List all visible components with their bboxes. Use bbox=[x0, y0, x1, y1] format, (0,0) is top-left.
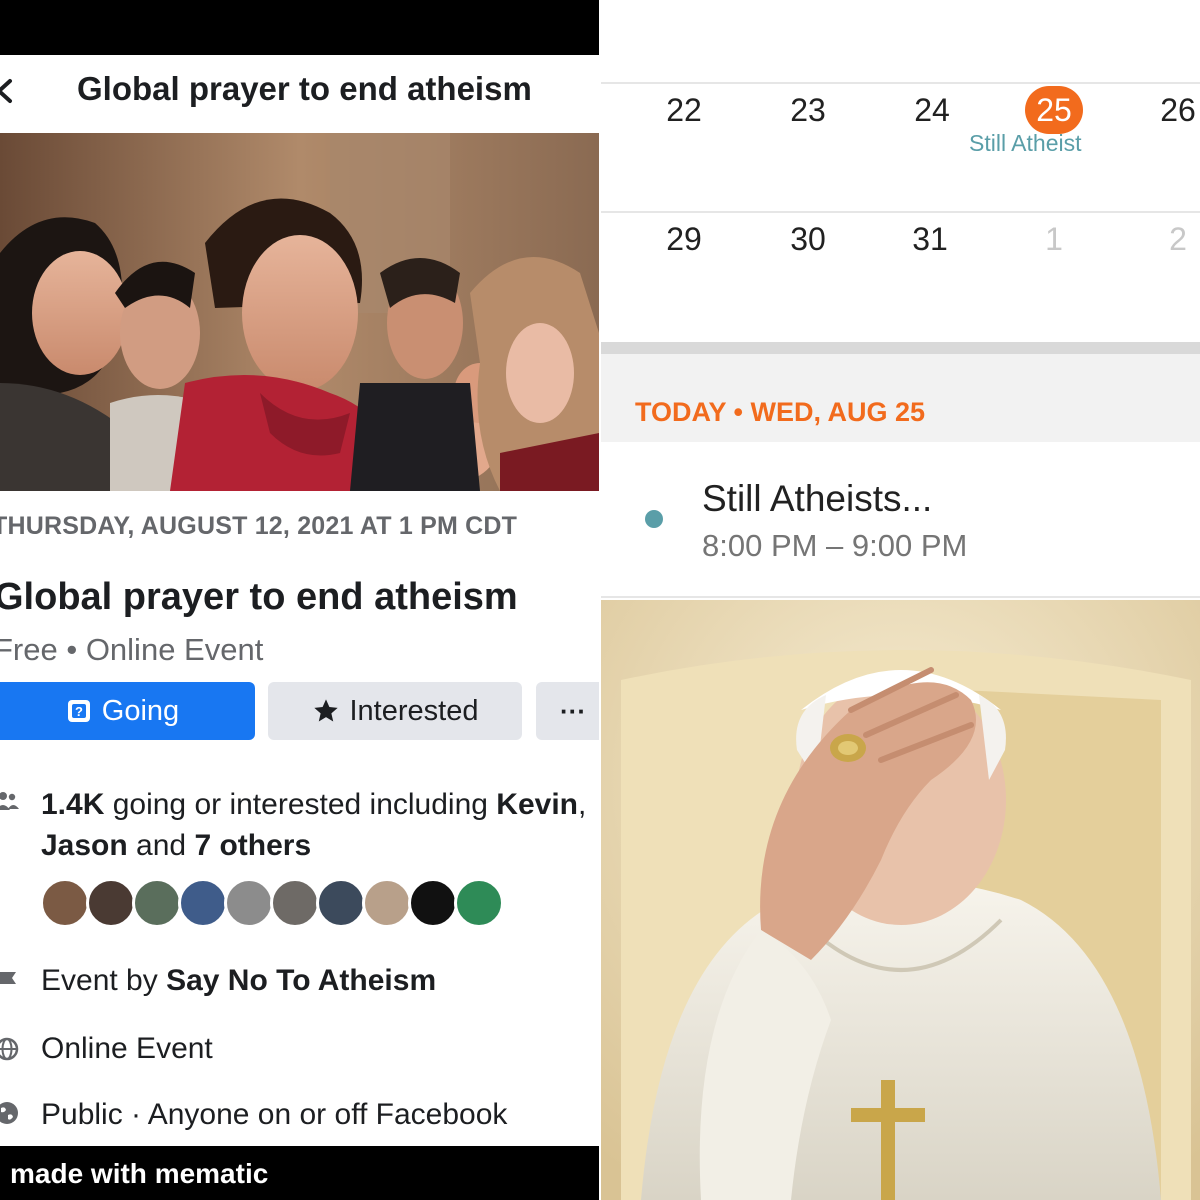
star-icon bbox=[313, 699, 338, 722]
avatar[interactable] bbox=[224, 878, 274, 928]
attendance-line-2: Jason and 7 others bbox=[41, 829, 311, 863]
event-title: Global prayer to end atheism bbox=[0, 576, 518, 618]
avatar[interactable] bbox=[86, 878, 136, 928]
globe-icon bbox=[0, 1037, 19, 1061]
calendar-day-next-month[interactable]: 1 bbox=[1019, 221, 1089, 258]
avatar[interactable] bbox=[40, 878, 90, 928]
avatar[interactable] bbox=[454, 878, 504, 928]
calendar-day[interactable]: 26 bbox=[1143, 92, 1200, 129]
avatar[interactable] bbox=[316, 878, 366, 928]
chevron-left-icon[interactable] bbox=[0, 78, 14, 104]
calendar-day-today[interactable]: 25 bbox=[1019, 92, 1089, 129]
event-color-dot bbox=[645, 510, 663, 528]
more-options-button[interactable]: ··· bbox=[536, 682, 599, 740]
attendance-count: 1.4K bbox=[41, 788, 105, 821]
attendance-others[interactable]: 7 others bbox=[194, 829, 311, 862]
people-icon bbox=[0, 792, 19, 810]
organizer-name[interactable]: Say No To Atheism bbox=[166, 964, 436, 997]
agenda-event-time: 8:00 PM – 9:00 PM bbox=[702, 528, 968, 563]
avatar[interactable] bbox=[178, 878, 228, 928]
event-date: THURSDAY, AUGUST 12, 2021 AT 1 PM CDT bbox=[0, 512, 518, 540]
calendar-day[interactable]: 30 bbox=[773, 221, 843, 258]
flag-icon bbox=[0, 972, 16, 984]
crowd-praying-photo bbox=[0, 133, 599, 491]
calendar-event-chip[interactable]: Still Atheist bbox=[969, 130, 1091, 157]
privacy-text: Public · Anyone on or off Facebook bbox=[41, 1098, 508, 1131]
calendar-row-divider bbox=[601, 82, 1200, 84]
friend-name-kevin[interactable]: Kevin bbox=[496, 788, 578, 821]
organizer-prefix: Event by bbox=[41, 964, 167, 997]
calendar-separator bbox=[601, 342, 1200, 354]
agenda-event-name[interactable]: Still Atheists... bbox=[702, 478, 932, 520]
location-text: Online Event bbox=[41, 1032, 213, 1065]
organizer-line: Event by Say No To Atheism bbox=[41, 964, 436, 998]
avatar[interactable] bbox=[408, 878, 458, 928]
going-button[interactable]: ? Going bbox=[0, 682, 255, 740]
calendar-day[interactable]: 24 bbox=[897, 92, 967, 129]
avatar[interactable] bbox=[132, 878, 182, 928]
event-subtitle: Free • Online Event bbox=[0, 632, 264, 667]
top-black-bar bbox=[0, 0, 599, 55]
attendance-comma: , bbox=[578, 788, 587, 821]
avatar[interactable] bbox=[362, 878, 412, 928]
interested-button[interactable]: Interested bbox=[268, 682, 522, 740]
friend-name-jason[interactable]: Jason bbox=[41, 829, 128, 862]
going-label: Going bbox=[101, 694, 180, 727]
calendar-day[interactable]: 31 bbox=[895, 221, 965, 258]
interested-label: Interested bbox=[349, 694, 479, 727]
header-title: Global prayer to end atheism bbox=[77, 70, 532, 107]
calendar-row-divider bbox=[601, 211, 1200, 213]
watermark-text: made with mematic bbox=[10, 1158, 269, 1189]
today-header: TODAY • WED, AUG 25 bbox=[635, 397, 926, 427]
calendar-day[interactable]: 23 bbox=[773, 92, 843, 129]
attendance-line-1: 1.4K going or interested including Kevin… bbox=[41, 788, 586, 822]
more-label: ··· bbox=[560, 695, 586, 726]
calendar-panel: 22 23 24 25 26 Still Atheist 29 30 31 1 … bbox=[601, 0, 1200, 600]
attendance-and: and bbox=[127, 829, 195, 862]
facebook-event-panel: Global prayer to end atheism THURSDAY, A… bbox=[0, 0, 599, 1200]
pope-facepalm-photo bbox=[601, 600, 1200, 1200]
calendar-day[interactable]: 29 bbox=[649, 221, 719, 258]
avatar[interactable] bbox=[270, 878, 320, 928]
public-globe-icon bbox=[0, 1102, 18, 1124]
calendar-day[interactable]: 22 bbox=[649, 92, 719, 129]
agenda-divider bbox=[601, 596, 1200, 598]
calendar-check-icon: ? bbox=[67, 700, 90, 722]
calendar-day-next-month[interactable]: 2 bbox=[1143, 221, 1200, 258]
attendance-text: going or interested including bbox=[104, 788, 497, 821]
svg-text:?: ? bbox=[75, 704, 83, 719]
